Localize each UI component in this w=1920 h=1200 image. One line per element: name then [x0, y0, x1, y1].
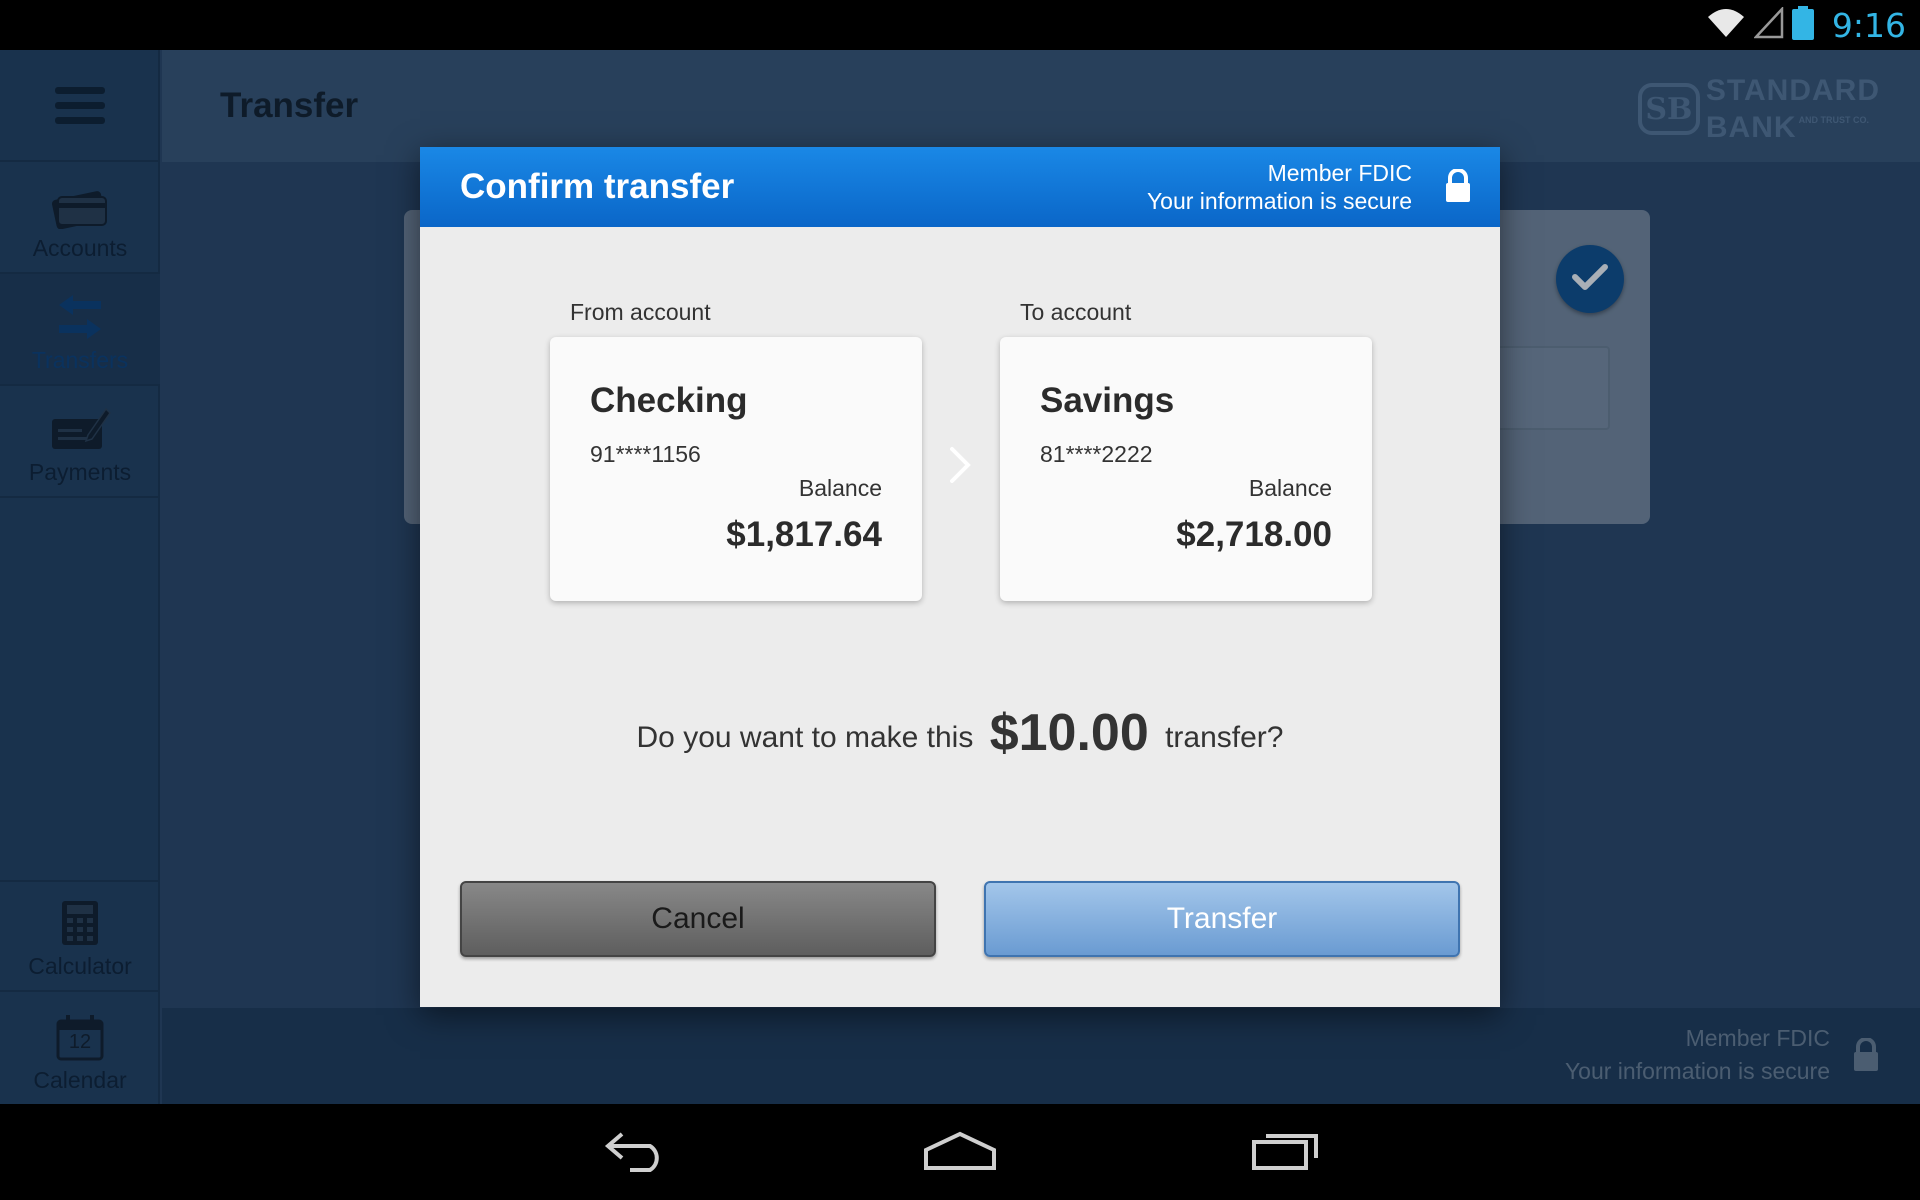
wifi-icon [1706, 7, 1746, 44]
checkmark-icon [1572, 263, 1608, 296]
bank-logo-badge: SB [1637, 83, 1700, 135]
page-header: Transfer SB STANDARD BANK AND TRUST CO. [162, 50, 1920, 162]
lock-icon [1852, 1037, 1880, 1077]
from-account-card: Checking 91****1156 Balance $1,817.64 [550, 337, 922, 601]
sidebar: Accounts Transfers Payments Calculator 1… [0, 50, 160, 1104]
check-pen-icon [48, 405, 112, 453]
to-account-name: Savings [1040, 381, 1175, 420]
sidebar-item-accounts[interactable]: Accounts [0, 162, 160, 274]
credit-card-icon [50, 181, 110, 229]
to-balance-label: Balance [1248, 475, 1332, 501]
dialog-secure-text: Member FDIC Your information is secure [1147, 159, 1412, 215]
chevron-right-icon [948, 445, 972, 490]
amount-input[interactable] [1490, 346, 1610, 430]
battery-icon [1791, 5, 1814, 45]
cancel-button[interactable]: Cancel [460, 881, 936, 957]
to-account-label: To account [1020, 299, 1132, 325]
back-icon[interactable] [600, 1128, 672, 1177]
footer-fdic: Member FDIC [1685, 1025, 1830, 1051]
dialog-secure: Your information is secure [1146, 188, 1412, 214]
status-icons: 9:16 [1706, 5, 1906, 45]
status-time: 9:16 [1831, 5, 1906, 45]
sidebar-item-label: Calculator [28, 953, 132, 979]
calculator-icon [60, 899, 100, 947]
page-title: Transfer [220, 86, 359, 125]
from-account-number: 91****1156 [590, 441, 701, 467]
transfer-arrows-icon [55, 293, 105, 341]
footer: Member FDIC Your information is secure [162, 1008, 1920, 1104]
signal-icon [1753, 5, 1784, 44]
to-account-card: Savings 81****2222 Balance $2,718.00 [1000, 337, 1372, 601]
confirm-transfer-dialog: Confirm transfer Member FDIC Your inform… [420, 147, 1500, 1007]
dialog-title: Confirm transfer [460, 167, 735, 206]
to-account-number: 81****2222 [1040, 441, 1153, 467]
sidebar-item-label: Calendar [33, 1067, 127, 1093]
sidebar-item-label: Accounts [32, 235, 128, 261]
confirm-question: Do you want to make this $10.00 transfer… [420, 703, 1500, 763]
question-suffix: transfer? [1165, 721, 1284, 754]
footer-secure-text: Member FDIC Your information is secure [1565, 1022, 1830, 1088]
sidebar-item-calendar[interactable]: 12 Calendar [0, 992, 160, 1104]
recent-apps-icon[interactable] [1250, 1128, 1322, 1177]
menu-button[interactable] [0, 50, 160, 162]
sidebar-item-label: Transfers [31, 347, 129, 373]
dialog-header: Confirm transfer Member FDIC Your inform… [420, 147, 1500, 227]
bank-logo-line2: BANK [1705, 111, 1797, 144]
from-account-label: From account [570, 299, 711, 325]
confirm-check-button[interactable] [1556, 245, 1624, 313]
sidebar-item-label: Payments [28, 459, 132, 485]
system-nav-bar [0, 1104, 1920, 1200]
from-balance: $1,817.64 [726, 515, 882, 554]
transfer-button[interactable]: Transfer [984, 881, 1460, 957]
calendar-day: 12 [68, 1031, 92, 1053]
sidebar-item-transfers[interactable]: Transfers [0, 274, 160, 386]
home-icon[interactable] [922, 1128, 998, 1177]
lock-icon [1444, 168, 1472, 208]
hamburger-icon [55, 79, 105, 132]
sidebar-item-calculator[interactable]: Calculator [0, 880, 160, 992]
sidebar-item-payments[interactable]: Payments [0, 386, 160, 498]
from-account-name: Checking [590, 381, 748, 420]
calendar-icon: 12 [56, 1015, 104, 1061]
from-balance-label: Balance [798, 475, 882, 501]
question-prefix: Do you want to make this [636, 721, 974, 754]
transfer-amount: $10.00 [989, 704, 1149, 762]
bank-logo-line1: STANDARD [1705, 74, 1880, 107]
bank-logo-subtitle: AND TRUST CO. [1798, 115, 1870, 125]
dialog-fdic: Member FDIC [1267, 160, 1412, 186]
footer-secure: Your information is secure [1564, 1058, 1830, 1084]
status-bar: 9:16 [0, 0, 1920, 50]
bank-logo: SB STANDARD BANK AND TRUST CO. [1637, 74, 1880, 144]
to-balance: $2,718.00 [1176, 515, 1332, 554]
